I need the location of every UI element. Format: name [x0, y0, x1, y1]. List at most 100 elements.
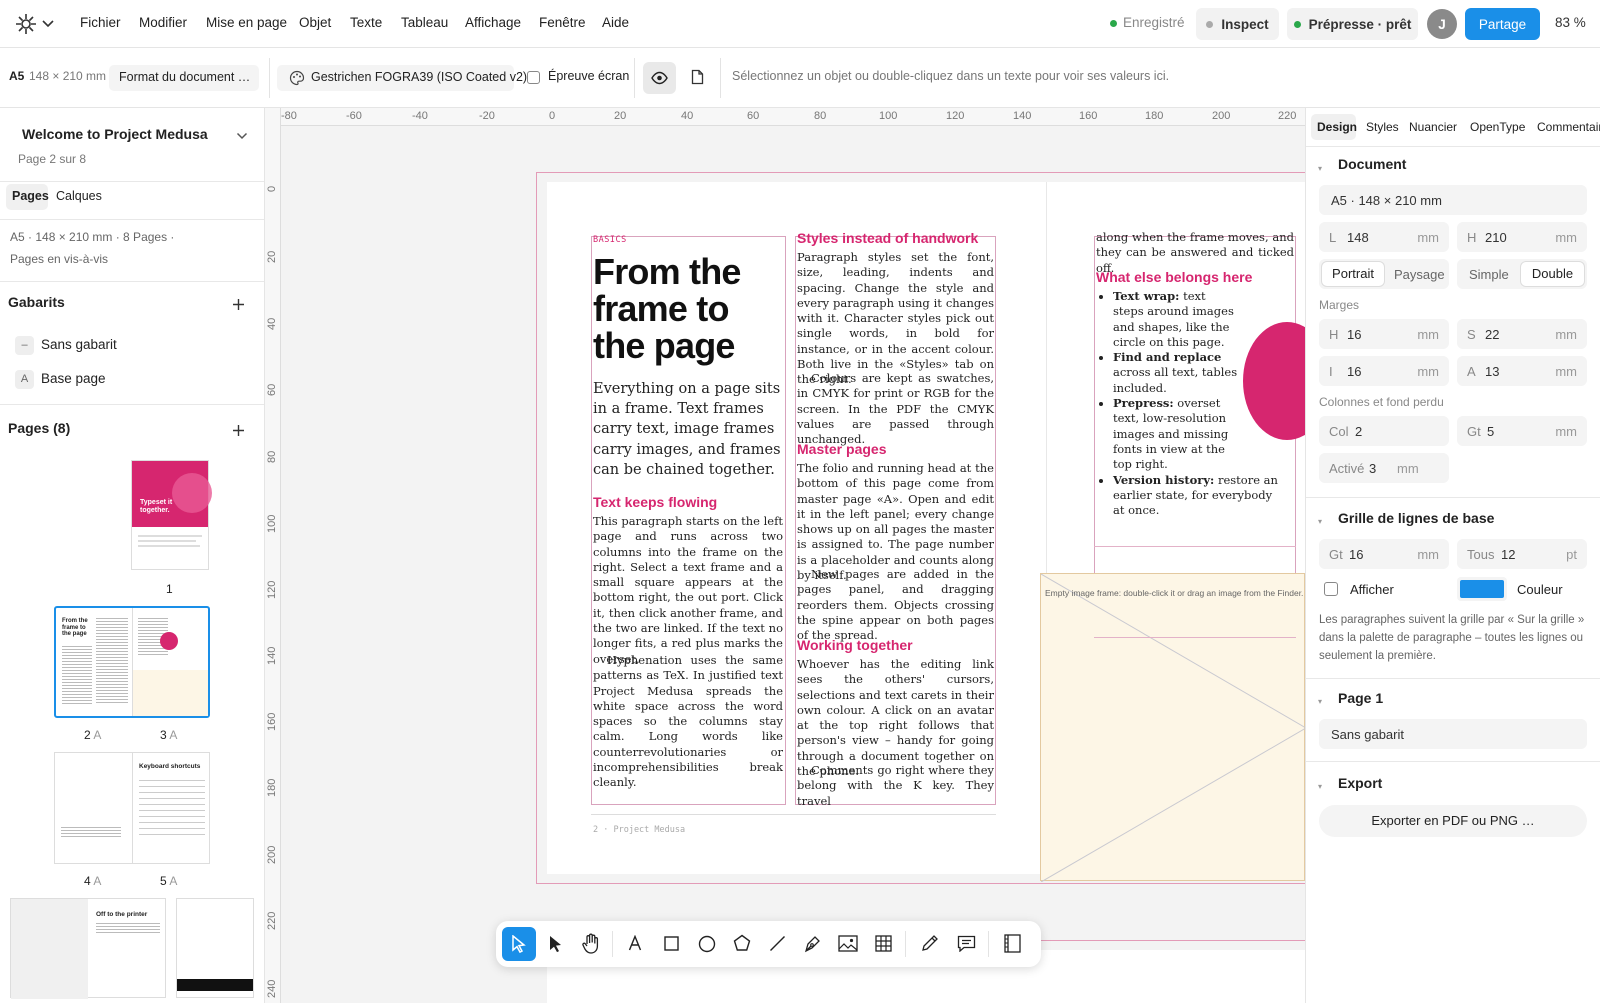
page-thumbnail-spread-2-3[interactable]: From the frame to the page [54, 606, 210, 718]
avatar[interactable]: J [1427, 9, 1457, 39]
empty-image-frame[interactable]: Empty image frame: double-click it or dr… [1040, 573, 1305, 882]
preview-icon[interactable] [1004, 934, 1021, 953]
prepress-button[interactable]: Prépresse · prêt [1287, 8, 1418, 40]
margin-top-field[interactable]: H 16 mm [1319, 319, 1449, 349]
saved-dot-icon [1110, 20, 1117, 27]
collapse-triangle-icon[interactable]: ▾ [1318, 164, 1322, 173]
show-baseline-checkbox[interactable] [1324, 582, 1338, 596]
image-frame-icon[interactable] [838, 935, 858, 952]
bleed-value: 3 [1369, 461, 1377, 476]
portrait-button[interactable]: Portrait [1322, 262, 1384, 286]
polygon-icon[interactable] [733, 934, 751, 952]
format-select[interactable]: A5 · 148 × 210 mm [1319, 185, 1587, 215]
bleed-field[interactable]: Activé 3 mm [1319, 453, 1449, 483]
pages-mode-segmented: Simple Double [1457, 259, 1587, 289]
double-button[interactable]: Double [1521, 262, 1584, 286]
menu-aide[interactable]: Aide [602, 15, 629, 30]
columns-field[interactable]: Col 2 [1319, 416, 1449, 446]
page-thumbnail-spread-4-5[interactable]: Keyboard shortcuts [54, 752, 210, 864]
proof-checkbox[interactable] [527, 71, 540, 84]
baseline-note: Les paragraphes suivent la grille par « … [1319, 614, 1585, 662]
baseline-color-swatch[interactable] [1457, 577, 1507, 601]
tab-design[interactable]: Design [1311, 114, 1357, 140]
menu-objet[interactable]: Objet [299, 15, 331, 30]
divider [988, 931, 989, 957]
ruler-tick: -80 [281, 110, 297, 122]
menu-tableau[interactable]: Tableau [401, 15, 448, 30]
export-button[interactable]: Exporter en PDF ou PNG … [1319, 805, 1587, 837]
gutter-value: 5 [1487, 424, 1495, 439]
ruler-tick: 160 [1079, 110, 1098, 122]
landscape-button[interactable]: Paysage [1394, 267, 1445, 282]
line-icon[interactable] [769, 935, 786, 952]
tab-comments[interactable]: Commentaires [1537, 120, 1600, 134]
ruler-tick: 100 [879, 110, 898, 122]
margin-bottom-field[interactable]: A 13 mm [1457, 356, 1587, 386]
margin-outside-field[interactable]: S 22 mm [1457, 319, 1587, 349]
page-thumbnail-1[interactable]: Typeset it together. [131, 460, 212, 570]
unit: mm [1397, 461, 1419, 476]
share-button[interactable]: Partage [1465, 8, 1540, 40]
comment-icon[interactable] [957, 935, 976, 952]
unit: mm [1555, 230, 1577, 245]
width-field[interactable]: L 148 mm [1319, 222, 1449, 252]
ellipse-icon[interactable] [698, 935, 716, 953]
tab-pages[interactable]: Pages [6, 184, 49, 210]
collapse-triangle-icon[interactable]: ▾ [1318, 782, 1322, 791]
color-profile-button[interactable]: Gestrichen FOGRA39 (ISO Coated v2) [277, 65, 527, 91]
menu-texte[interactable]: Texte [350, 15, 382, 30]
chevron-down-icon[interactable] [41, 19, 55, 29]
format-document-button[interactable]: Format du document … [109, 65, 259, 91]
preview-toggle-button[interactable] [643, 62, 676, 94]
master-base-page[interactable]: Base page [41, 371, 106, 386]
pen-icon[interactable] [804, 934, 822, 953]
gutter-field[interactable]: Gt 5 mm [1457, 416, 1587, 446]
tab-layers[interactable]: Calques [56, 189, 102, 203]
baseline-every-field[interactable]: Tous 12 pt [1457, 539, 1587, 569]
page-label-5: 5 A [160, 874, 178, 888]
add-page-plus-icon[interactable] [232, 424, 245, 437]
folio-rule [591, 814, 996, 815]
page-thumbnail-spread-6-7[interactable]: Off to the printer [10, 898, 166, 999]
heading-text-keeps-flowing: Text keeps flowing [593, 494, 718, 510]
tab-styles[interactable]: Styles [1366, 120, 1399, 134]
margin-inside-field[interactable]: I 16 mm [1319, 356, 1449, 386]
menu-fichier[interactable]: Fichier [80, 15, 121, 30]
heading-what-else: What else belongs here [1096, 269, 1253, 285]
rectangle-icon[interactable] [664, 936, 679, 951]
zoom-level[interactable]: 83 % [1555, 15, 1586, 30]
master-none[interactable]: Sans gabarit [41, 337, 117, 352]
collapse-triangle-icon[interactable]: ▾ [1318, 697, 1322, 706]
text-tool-icon[interactable] [628, 935, 642, 951]
single-button[interactable]: Simple [1469, 267, 1509, 282]
collapse-triangle-icon[interactable]: ▾ [1318, 517, 1322, 526]
pencil-icon[interactable] [921, 934, 939, 952]
menu-modifier[interactable]: Modifier [139, 15, 187, 30]
baseline-gutter-field[interactable]: Gt 16 mm [1319, 539, 1449, 569]
height-field[interactable]: H 210 mm [1457, 222, 1587, 252]
menu-fenetre[interactable]: Fenêtre [539, 15, 586, 30]
chevron-down-icon[interactable] [236, 132, 248, 140]
document-title[interactable]: Welcome to Project Medusa [22, 126, 208, 142]
page-thumbnail-8[interactable] [176, 898, 254, 998]
tab-opentype[interactable]: OpenType [1470, 120, 1525, 134]
page-icon[interactable] [691, 69, 704, 85]
inspect-button[interactable]: Inspect [1196, 8, 1279, 40]
table-icon[interactable] [875, 935, 892, 952]
select-tool-button[interactable] [502, 927, 536, 961]
paragraph-master-2: New pages are added in the pages panel, … [797, 567, 994, 643]
canvas[interactable]: -80 -60 -40 -20 0 20 40 60 80 100 120 14… [265, 108, 1305, 1003]
app-logo-icon[interactable] [14, 12, 38, 36]
menu-mise-en-page[interactable]: Mise en page [206, 15, 287, 30]
document-meta: A5 · 148 × 210 mm · 8 Pages · [10, 230, 175, 244]
add-master-plus-icon[interactable] [232, 298, 245, 311]
divider [1306, 497, 1600, 498]
direct-select-icon[interactable] [548, 935, 564, 953]
ruler-tick: 200 [1212, 110, 1231, 122]
master-select[interactable]: Sans gabarit [1319, 719, 1587, 749]
inspect-dot-icon [1206, 20, 1214, 28]
menu-affichage[interactable]: Affichage [465, 15, 521, 30]
hand-icon[interactable] [581, 933, 601, 955]
tab-swatches[interactable]: Nuancier [1409, 120, 1457, 134]
ruler-tick: 80 [814, 110, 827, 122]
